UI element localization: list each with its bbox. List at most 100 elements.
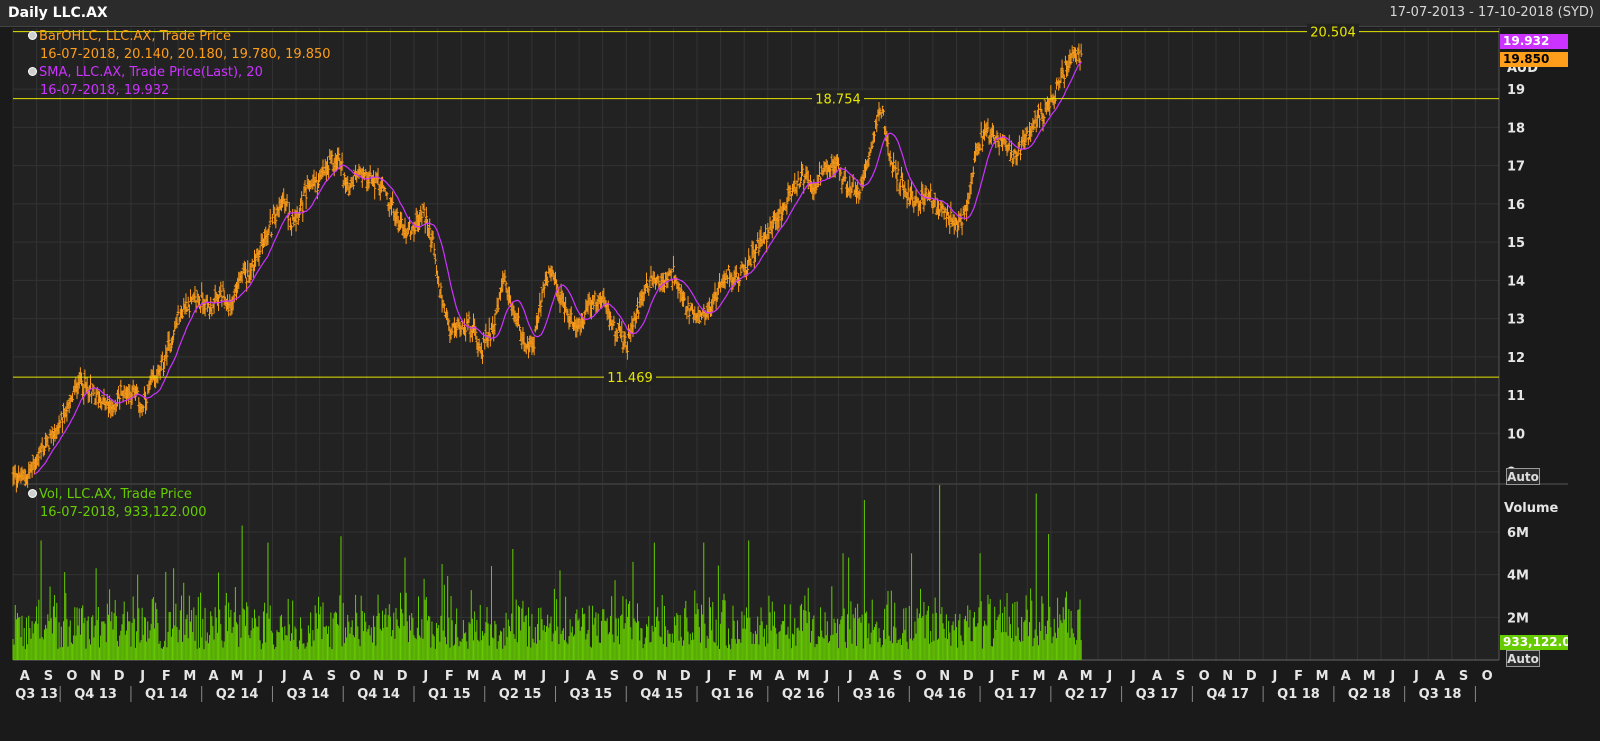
- price-tick-label: 10: [1507, 427, 1525, 442]
- month-tick-label: J: [540, 669, 546, 684]
- price-tick-label: 16: [1507, 198, 1525, 213]
- month-tick-label: F: [1294, 669, 1303, 684]
- month-tick-label: N: [1222, 669, 1233, 684]
- month-tick-label: O: [1482, 669, 1493, 684]
- price-tick-label: 15: [1507, 236, 1525, 251]
- sma-legend-value: 16-07-2018, 19.932: [40, 83, 170, 98]
- quarter-tick-label: Q1 14: [145, 687, 188, 702]
- month-tick-label: O: [66, 669, 77, 684]
- month-tick-label: M: [750, 669, 763, 684]
- volume-auto-scale-button[interactable]: Auto: [1506, 650, 1540, 667]
- volume-legend: Vol, LLC.AX, Trade Price 16-07-2018, 933…: [28, 486, 207, 522]
- ohlc-legend-value: 16-07-2018, 20.140, 20.180, 19.780, 19.8…: [40, 47, 331, 62]
- month-tick-label: A: [208, 669, 218, 684]
- month-tick-label: F: [162, 669, 171, 684]
- month-tick-label: D: [114, 669, 125, 684]
- price-tick-label: 17: [1507, 160, 1525, 175]
- volume-axis-title: Volume: [1504, 501, 1559, 516]
- legend-toggle-icon[interactable]: [28, 31, 37, 40]
- month-tick-label: D: [397, 669, 408, 684]
- month-tick-label: N: [939, 669, 950, 684]
- ohlc-legend-label: BarOHLC, LLC.AX, Trade Price: [39, 29, 232, 44]
- quarter-tick-label: Q4 15: [640, 687, 683, 702]
- month-tick-label: O: [1199, 669, 1210, 684]
- month-tick-label: A: [775, 669, 785, 684]
- quarter-tick-label: Q4 14: [357, 687, 400, 702]
- legend-toggle-icon[interactable]: [28, 489, 37, 498]
- quarter-tick-label: Q3 16: [853, 687, 896, 702]
- month-tick-label: J: [422, 669, 428, 684]
- month-tick-label: J: [988, 669, 994, 684]
- volume-tick-label: 4M: [1507, 569, 1529, 584]
- month-tick-label: J: [281, 669, 287, 684]
- horizontal-line-label: 11.469: [607, 371, 653, 386]
- month-tick-label: F: [728, 669, 737, 684]
- quarter-tick-label: Q3 15: [570, 687, 613, 702]
- price-tick-label: 14: [1507, 274, 1525, 289]
- price-tick-label: 11: [1507, 389, 1525, 404]
- month-tick-label: S: [1176, 669, 1185, 684]
- month-tick-label: A: [492, 669, 502, 684]
- month-tick-label: J: [1389, 669, 1395, 684]
- month-tick-label: M: [183, 669, 196, 684]
- volume-plot-area: [13, 485, 1499, 660]
- horizontal-line-label: 20.504: [1310, 26, 1356, 41]
- month-tick-label: F: [445, 669, 454, 684]
- month-tick-label: A: [1152, 669, 1162, 684]
- month-tick-label: J: [823, 669, 829, 684]
- month-tick-label: N: [373, 669, 384, 684]
- quarter-tick-label: Q1 15: [428, 687, 471, 702]
- volume-legend-value: 16-07-2018, 933,122.000: [40, 505, 207, 520]
- quarter-tick-label: Q1 16: [711, 687, 754, 702]
- month-tick-label: J: [1413, 669, 1419, 684]
- quarter-tick-label: Q2 16: [782, 687, 825, 702]
- month-tick-label: M: [1316, 669, 1329, 684]
- price-tick-label: 19: [1507, 83, 1525, 98]
- month-tick-label: J: [1130, 669, 1136, 684]
- month-tick-label: N: [90, 669, 101, 684]
- price-volume-chart[interactable]: 910111213141516171819AUD2M4M6MVolumeASON…: [0, 0, 1600, 741]
- month-tick-label: A: [586, 669, 596, 684]
- volume-legend-label: Vol, LLC.AX, Trade Price: [39, 487, 192, 502]
- month-tick-label: D: [963, 669, 974, 684]
- month-tick-label: A: [1435, 669, 1445, 684]
- month-tick-label: S: [1459, 669, 1468, 684]
- legend-toggle-icon[interactable]: [28, 67, 37, 76]
- price-auto-scale-button[interactable]: Auto: [1506, 468, 1540, 485]
- sma-legend-label: SMA, LLC.AX, Trade Price(Last), 20: [39, 65, 263, 80]
- quarter-tick-label: Q2 17: [1065, 687, 1108, 702]
- month-tick-label: M: [797, 669, 810, 684]
- month-tick-label: D: [680, 669, 691, 684]
- month-tick-label: M: [1080, 669, 1093, 684]
- sma-legend: SMA, LLC.AX, Trade Price(Last), 20 16-07…: [28, 64, 263, 100]
- month-tick-label: M: [1363, 669, 1376, 684]
- quarter-tick-label: Q3 14: [286, 687, 329, 702]
- month-tick-label: S: [893, 669, 902, 684]
- month-tick-label: A: [869, 669, 879, 684]
- month-tick-label: J: [847, 669, 853, 684]
- month-tick-label: D: [1246, 669, 1257, 684]
- volume-last-tag: 933,122.0: [1500, 635, 1568, 650]
- price-tick-label: 12: [1507, 351, 1525, 366]
- month-tick-label: S: [44, 669, 53, 684]
- quarter-tick-label: Q1 17: [994, 687, 1037, 702]
- month-tick-label: A: [1341, 669, 1351, 684]
- month-tick-label: M: [231, 669, 244, 684]
- month-tick-label: J: [564, 669, 570, 684]
- quarter-tick-label: Q3 13: [15, 687, 58, 702]
- ohlc-legend: BarOHLC, LLC.AX, Trade Price 16-07-2018,…: [28, 28, 331, 64]
- month-tick-label: A: [20, 669, 30, 684]
- month-tick-label: M: [514, 669, 527, 684]
- month-tick-label: O: [633, 669, 644, 684]
- volume-tick-label: 2M: [1507, 611, 1529, 626]
- volume-tick-label: 6M: [1507, 526, 1529, 541]
- month-tick-label: J: [1271, 669, 1277, 684]
- month-tick-label: M: [466, 669, 479, 684]
- close-last-tag: 19.850: [1500, 52, 1568, 67]
- month-tick-label: A: [303, 669, 313, 684]
- month-tick-label: J: [1106, 669, 1112, 684]
- month-tick-label: O: [349, 669, 360, 684]
- quarter-tick-label: Q4 13: [74, 687, 117, 702]
- quarter-tick-label: Q4 17: [1206, 687, 1249, 702]
- month-tick-label: N: [656, 669, 667, 684]
